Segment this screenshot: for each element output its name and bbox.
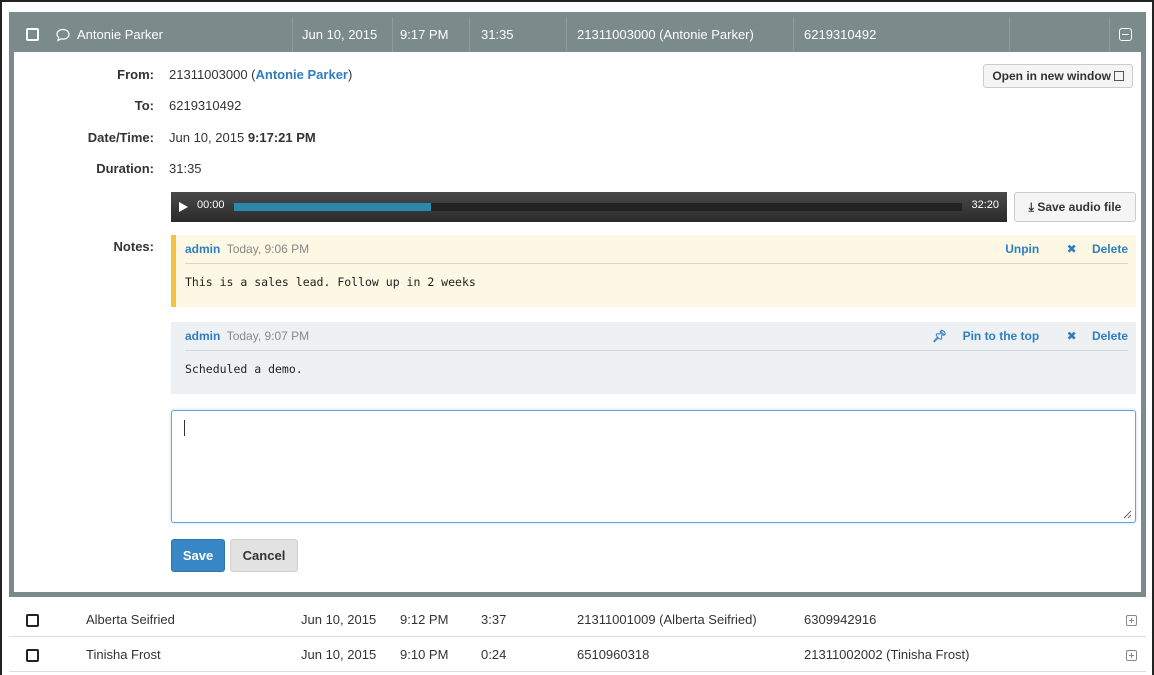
notes-label: Notes:: [113, 239, 154, 254]
column-separator: [392, 17, 393, 52]
play-icon[interactable]: [179, 202, 188, 212]
player-total-time: 32:20: [971, 199, 999, 211]
note-author[interactable]: admin: [185, 329, 220, 343]
contact-name: Tinisha Frost: [86, 647, 161, 662]
table-row[interactable]: Tinisha Frost Jun 10, 2015 9:10 PM 0:24 …: [9, 638, 1146, 672]
call-time: 9:10 PM: [400, 647, 449, 662]
pin-icon: 📌︎: [931, 329, 948, 343]
delete-label: Delete: [1091, 329, 1128, 343]
expanded-call-panel: Antonie Parker Jun 10, 2015 9:17 PM 31:3…: [9, 12, 1146, 597]
datetime-value: Jun 10, 2015 9:17:21 PM: [169, 130, 316, 145]
column-separator: [793, 17, 794, 52]
text-caret: [184, 420, 185, 436]
row-checkbox[interactable]: [26, 614, 39, 627]
cancel-note-button[interactable]: Cancel: [230, 539, 298, 572]
pinned-note: admin Today, 9:06 PM Unpin ✖ Delete This…: [171, 235, 1136, 307]
delete-note-button[interactable]: ✖ Delete: [1055, 242, 1128, 256]
note-actions: Unpin ✖ Delete: [993, 235, 1128, 264]
call-time: 9:17 PM: [400, 27, 449, 42]
save-audio-file-button[interactable]: ⤓ Save audio file: [1014, 192, 1136, 222]
download-icon: ⤓: [1028, 200, 1034, 214]
to-value: 6219310492: [169, 98, 242, 113]
column-separator: [469, 17, 470, 52]
call-from: 6510960318: [577, 647, 650, 662]
datetime-time: 9:17:21 PM: [247, 130, 316, 145]
call-time: 9:12 PM: [400, 612, 449, 627]
call-date: Jun 10, 2015: [301, 612, 377, 627]
from-close-paren: ): [348, 67, 353, 82]
duration-value: 31:35: [169, 161, 202, 176]
from-label: From:: [117, 67, 154, 82]
datetime-label: Date/Time:: [87, 130, 154, 145]
call-duration: 31:35: [481, 27, 514, 42]
from-number: 21311003000 (: [169, 67, 256, 82]
call-to: 21311002002 (Tinisha Frost): [804, 647, 970, 662]
call-to: 6219310492: [804, 27, 877, 42]
datetime-date: Jun 10, 2015: [169, 130, 245, 145]
duration-label: Duration:: [96, 161, 154, 176]
from-value: 21311003000 (Antonie Parker): [169, 67, 352, 82]
comment-icon: [56, 28, 70, 42]
expand-icon[interactable]: [1126, 615, 1137, 626]
contact-name: Alberta Seifried: [86, 612, 175, 627]
resize-handle-icon[interactable]: [1122, 509, 1132, 519]
note: admin Today, 9:07 PM 📌︎ Pin to the top ✖…: [171, 322, 1136, 394]
row-checkbox[interactable]: [26, 28, 39, 41]
new-note-textarea[interactable]: [171, 410, 1136, 523]
from-contact-link[interactable]: Antonie Parker: [256, 67, 348, 82]
column-separator: [292, 17, 293, 52]
note-time: Today, 9:06 PM: [226, 242, 310, 256]
open-in-new-window-button[interactable]: Open in new window: [983, 64, 1133, 88]
call-date: Jun 10, 2015: [302, 27, 378, 42]
delete-icon: ✖: [1066, 329, 1077, 343]
table-row[interactable]: Alberta Seifried Jun 10, 2015 9:12 PM 3:…: [9, 603, 1146, 637]
note-time: Today, 9:07 PM: [226, 329, 310, 343]
expanded-call-header-row[interactable]: Antonie Parker Jun 10, 2015 9:17 PM 31:3…: [14, 17, 1141, 52]
audio-player: 00:00 32:20: [171, 192, 1007, 222]
call-duration: 0:24: [481, 647, 507, 662]
row-checkbox[interactable]: [26, 649, 39, 662]
player-current-time: 00:00: [197, 199, 225, 211]
save-note-button[interactable]: Save: [171, 539, 225, 572]
note-actions: 📌︎ Pin to the top ✖ Delete: [908, 322, 1128, 351]
audio-seek-bar[interactable]: [234, 203, 962, 211]
column-separator: [566, 17, 567, 52]
delete-note-button[interactable]: ✖ Delete: [1055, 329, 1128, 343]
delete-label: Delete: [1091, 242, 1128, 256]
note-author[interactable]: admin: [185, 242, 220, 256]
call-to: 6309942916: [804, 612, 877, 627]
call-from: 21311001009 (Alberta Seifried): [577, 612, 757, 627]
note-header: admin Today, 9:07 PM 📌︎ Pin to the top ✖…: [185, 322, 1128, 351]
call-date: Jun 10, 2015: [301, 647, 377, 662]
column-separator: [1009, 17, 1010, 52]
column-separator: [1109, 17, 1110, 52]
audio-progress-fill: [234, 203, 431, 211]
note-text: Scheduled a demo.: [185, 362, 303, 376]
pin-label: Pin to the top: [962, 329, 1040, 343]
save-audio-file-label: Save audio file: [1037, 200, 1122, 214]
note-text: This is a sales lead. Follow up in 2 wee…: [185, 275, 476, 289]
expand-icon[interactable]: [1126, 650, 1137, 661]
external-link-icon: [1114, 71, 1124, 81]
open-in-new-window-label: Open in new window: [992, 69, 1111, 83]
delete-icon: ✖: [1066, 242, 1077, 256]
unpin-button[interactable]: Unpin: [1005, 242, 1039, 256]
note-header: admin Today, 9:06 PM Unpin ✖ Delete: [185, 235, 1128, 264]
collapse-icon[interactable]: [1119, 28, 1132, 41]
contact-name: Antonie Parker: [77, 27, 163, 42]
call-from: 21311003000 (Antonie Parker): [577, 27, 754, 42]
call-duration: 3:37: [481, 612, 507, 627]
pin-to-top-button[interactable]: 📌︎ Pin to the top: [920, 329, 1039, 343]
to-label: To:: [134, 98, 154, 113]
